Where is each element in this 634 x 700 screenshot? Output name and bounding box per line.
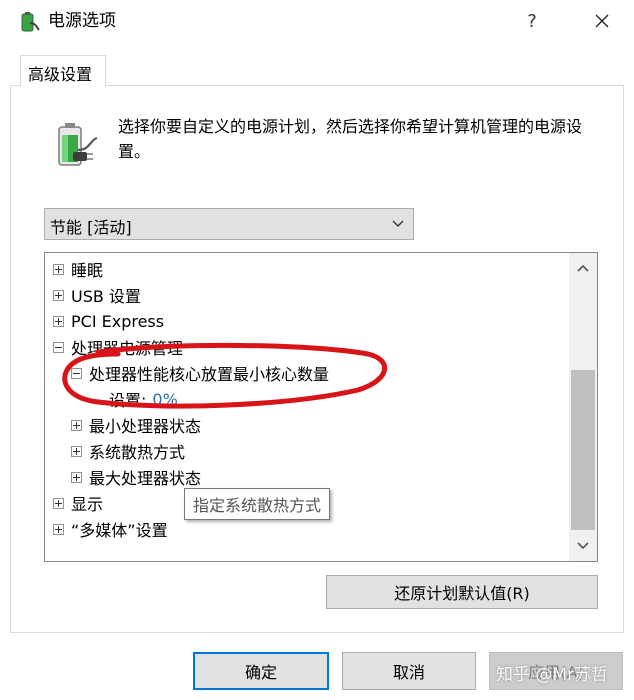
power-options-icon xyxy=(21,12,40,32)
scrollbar-thumb[interactable] xyxy=(571,370,595,530)
expand-icon[interactable] xyxy=(53,263,64,275)
tree-item-pci-express[interactable]: PCI Express xyxy=(53,308,164,334)
tree-item-label: 系统散热方式 xyxy=(89,443,186,462)
tree-item-cooling-policy[interactable]: 系统散热方式 xyxy=(71,438,185,464)
window-title: 电源选项 xyxy=(48,11,116,31)
tree-item-sleep[interactable]: 睡眠 xyxy=(53,256,103,282)
close-icon xyxy=(595,14,609,28)
expand-icon[interactable] xyxy=(71,419,82,431)
chevron-up-icon xyxy=(577,264,589,272)
tree-item-label: 最小处理器状态 xyxy=(89,417,202,436)
tree-item-label: 处理器性能核心放置最小核心数量 xyxy=(89,365,330,384)
tree-item-usb[interactable]: USB 设置 xyxy=(53,282,141,308)
tree-item-core-parking-min[interactable]: 处理器性能核心放置最小核心数量 xyxy=(71,360,329,386)
restore-defaults-button[interactable]: 还原计划默认值(R) xyxy=(326,575,598,609)
battery-plug-icon xyxy=(58,123,98,166)
ok-button[interactable]: 确定 xyxy=(193,652,329,690)
description-text: 选择你要自定义的电源计划，然后选择你希望计算机管理的电源设置。 xyxy=(118,117,583,161)
tree-item-max-processor-state[interactable]: 最大处理器状态 xyxy=(71,464,201,490)
tree-item-label: “多媒体”设置 xyxy=(71,521,168,540)
collapse-icon[interactable] xyxy=(71,367,82,379)
tree-item-processor-power[interactable]: 处理器电源管理 xyxy=(53,334,183,360)
tree-item-label: 显示 xyxy=(71,495,104,514)
chevron-down-icon xyxy=(392,220,404,227)
power-plan-select[interactable]: 节能 [活动] xyxy=(44,208,414,240)
tree-item-min-processor-state[interactable]: 最小处理器状态 xyxy=(71,412,201,438)
expand-icon[interactable] xyxy=(53,523,64,535)
tree-item-label: 最大处理器状态 xyxy=(89,469,202,488)
expand-icon[interactable] xyxy=(53,315,64,327)
expand-icon[interactable] xyxy=(71,471,82,483)
setting-value-link[interactable]: 0% xyxy=(152,390,177,409)
tree-item-label: 处理器电源管理 xyxy=(71,339,184,358)
tooltip: 指定系统散热方式 xyxy=(184,488,331,520)
chevron-down-icon xyxy=(577,542,589,550)
tab-advanced-settings[interactable]: 高级设置 xyxy=(20,55,106,86)
expand-icon[interactable] xyxy=(53,497,64,509)
expand-icon[interactable] xyxy=(53,289,64,301)
scroll-up-button[interactable] xyxy=(569,253,597,285)
tree-item-multimedia[interactable]: “多媒体”设置 xyxy=(53,516,168,542)
tree-item-label: 睡眠 xyxy=(71,261,104,280)
scroll-down-button[interactable] xyxy=(569,529,597,561)
tree-item-label: USB 设置 xyxy=(71,287,141,306)
watermark-text: 知乎 @Mr苏哲 xyxy=(496,665,609,685)
power-plan-value: 节能 [活动] xyxy=(50,218,132,237)
expand-icon[interactable] xyxy=(71,445,82,457)
collapse-icon[interactable] xyxy=(53,341,64,353)
tab-label: 高级设置 xyxy=(28,65,93,84)
tree-item-display[interactable]: 显示 xyxy=(53,490,103,516)
tree-setting-row[interactable]: 设置: 0% xyxy=(109,386,178,412)
cancel-button[interactable]: 取消 xyxy=(342,652,476,690)
tree-item-label: PCI Express xyxy=(71,311,165,331)
setting-label: 设置: xyxy=(109,391,147,410)
close-button[interactable] xyxy=(580,4,624,38)
help-button[interactable]: ? xyxy=(512,4,552,38)
